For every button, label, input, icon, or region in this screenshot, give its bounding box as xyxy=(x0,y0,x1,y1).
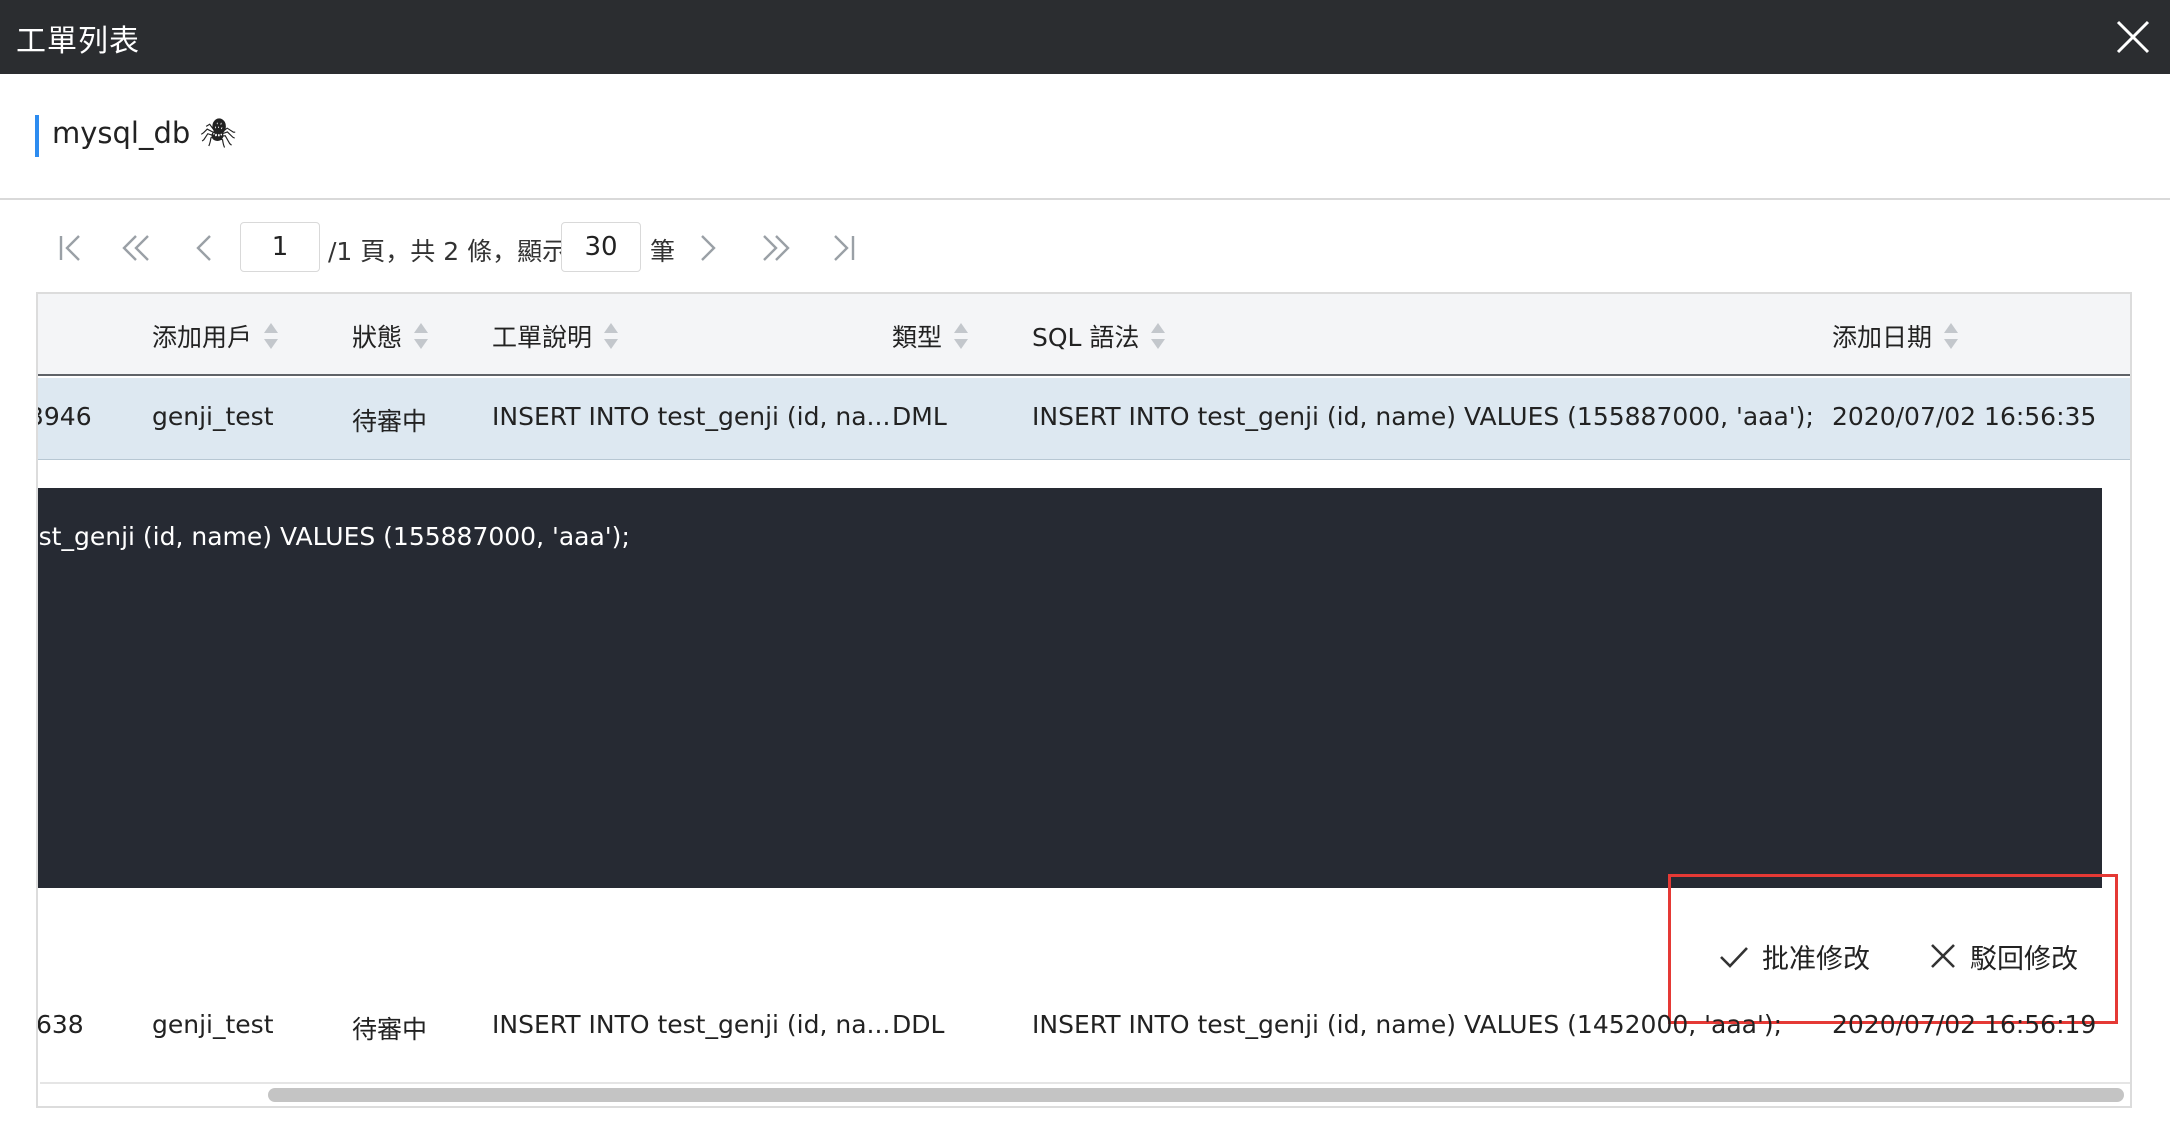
table-row[interactable]: 3946 genji_test 待審中 INSERT INTO test_gen… xyxy=(38,378,2130,460)
cell-sql: INSERT INTO test_genji (id, name) VALUES… xyxy=(1032,1010,1783,1039)
column-header-description[interactable]: 工單說明 xyxy=(492,318,620,354)
cell-id: 3946 xyxy=(38,402,92,431)
cell-type: DDL xyxy=(892,1010,945,1039)
cell-description: INSERT INTO test_genji (id, na... xyxy=(492,1010,891,1039)
cell-type: DML xyxy=(892,402,947,431)
sort-icon[interactable] xyxy=(412,320,430,352)
sort-icon[interactable] xyxy=(952,320,970,352)
database-name: mysql_db 🕷 xyxy=(52,116,237,150)
column-header-type[interactable]: 類型 xyxy=(892,318,970,354)
cell-date: 2020/07/02 16:56:19 xyxy=(1832,1010,2097,1039)
table-row[interactable]: 638 genji_test 待審中 INSERT INTO test_genj… xyxy=(36,986,2130,1068)
database-header: mysql_db 🕷 xyxy=(0,74,2170,200)
cell-user: genji_test xyxy=(152,402,274,431)
cell-date: 2020/07/02 16:56:35 xyxy=(1832,402,2097,431)
check-icon xyxy=(1720,947,1748,968)
cell-id: 638 xyxy=(36,1010,84,1039)
prev-fast-icon[interactable] xyxy=(118,230,154,266)
sql-code-line: INSERT INTO test_genji (id, name) VALUES… xyxy=(38,522,630,551)
page-size-unit: 筆 xyxy=(650,237,676,266)
page-size-input[interactable] xyxy=(561,222,641,272)
page-info-text: /1 頁，共 2 條，顯示 xyxy=(328,237,568,266)
action-area: 批准修改 駁回修改 xyxy=(1668,854,2118,1024)
sql-code-panel: INSERT INTO test_genji (id, name) VALUES… xyxy=(38,488,2102,888)
column-header-date[interactable]: 添加日期 xyxy=(1832,318,1960,354)
column-header-status[interactable]: 狀態 xyxy=(352,318,430,354)
column-header-sql[interactable]: SQL 語法 xyxy=(1032,318,1167,354)
page-number-input[interactable] xyxy=(240,222,320,272)
column-header-user[interactable]: 添加用戶 xyxy=(152,318,280,354)
cell-sql: INSERT INTO test_genji (id, name) VALUES… xyxy=(1032,402,1814,431)
accent-bar xyxy=(35,115,39,157)
last-page-icon[interactable] xyxy=(826,230,862,266)
pagination: /1 頁，共 2 條，顯示 筆 xyxy=(0,220,2170,276)
cell-user: genji_test xyxy=(152,1010,274,1039)
ticket-table: 添加用戶 狀態 工單說明 類型 SQL 語法 添加日期 3946 genji_t… xyxy=(36,292,2132,1108)
horizontal-scrollbar[interactable] xyxy=(40,1082,2130,1104)
sort-icon[interactable] xyxy=(602,320,620,352)
prev-page-icon[interactable] xyxy=(186,230,222,266)
next-fast-icon[interactable] xyxy=(758,230,794,266)
sort-icon[interactable] xyxy=(1942,320,1960,352)
table-header: 添加用戶 狀態 工單說明 類型 SQL 語法 添加日期 xyxy=(38,294,2130,376)
cell-status: 待審中 xyxy=(352,407,428,436)
sort-icon[interactable] xyxy=(1149,320,1167,352)
cell-status: 待審中 xyxy=(352,1015,428,1044)
window-title: 工單列表 xyxy=(16,24,140,59)
next-page-icon[interactable] xyxy=(690,230,726,266)
window-titlebar: 工單列表 xyxy=(0,0,2170,74)
sort-icon[interactable] xyxy=(262,320,280,352)
close-icon[interactable] xyxy=(2114,18,2152,56)
approve-button[interactable]: 批准修改 xyxy=(1718,936,1870,976)
first-page-icon[interactable] xyxy=(52,230,88,266)
scrollbar-thumb[interactable] xyxy=(268,1088,2124,1102)
reject-button[interactable]: 駁回修改 xyxy=(1928,936,2078,976)
close-icon xyxy=(1931,944,1955,968)
cell-description: INSERT INTO test_genji (id, na... xyxy=(492,402,891,431)
